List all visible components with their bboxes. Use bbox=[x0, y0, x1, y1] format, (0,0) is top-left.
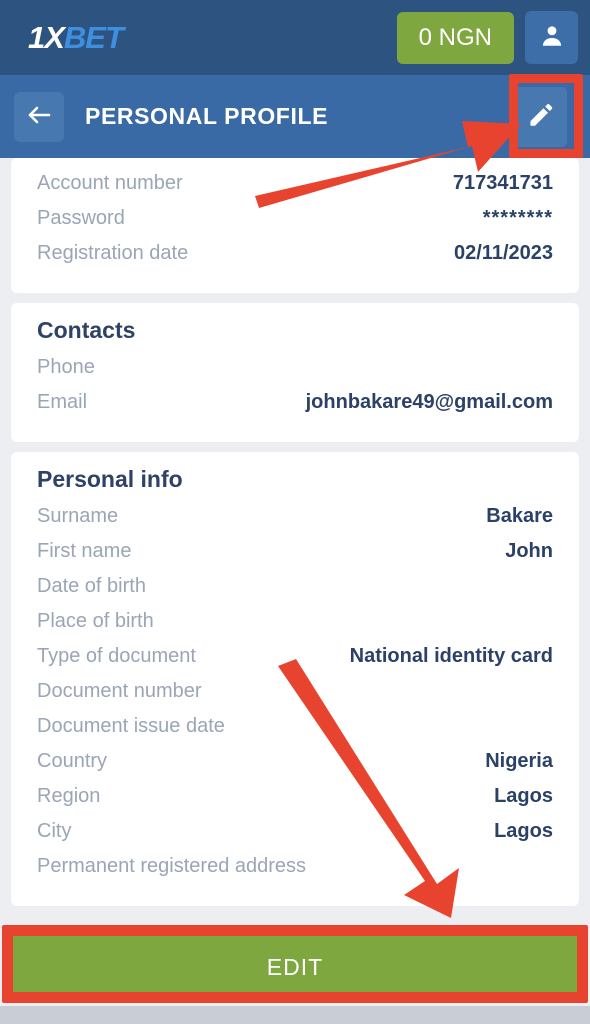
edit-button[interactable]: EDIT bbox=[11, 936, 579, 998]
row-value: 02/11/2023 bbox=[454, 242, 553, 264]
row-label: First name bbox=[37, 540, 132, 562]
row-value: Nigeria bbox=[485, 750, 553, 772]
row-phone: Phone bbox=[37, 356, 553, 391]
profile-button[interactable] bbox=[525, 11, 578, 64]
screen-personal-profile: 1X BET 0 NGN PERSONAL PROFILE Account nu… bbox=[0, 0, 590, 1024]
arrow-left-icon bbox=[26, 104, 52, 129]
row-surname: Surname Bakare bbox=[37, 505, 553, 540]
logo-text-primary: 1X bbox=[28, 19, 65, 55]
top-bar: 1X BET 0 NGN bbox=[0, 0, 590, 75]
top-bar-actions: 0 NGN bbox=[396, 11, 578, 64]
row-label: Email bbox=[37, 391, 88, 413]
row-document-number: Document number bbox=[37, 680, 553, 715]
row-first-name: First name John bbox=[37, 540, 553, 575]
row-type-of-document: Type of document National identity card bbox=[37, 645, 553, 680]
row-account-number: Account number 717341731 bbox=[37, 172, 553, 207]
logo-text-secondary: BET bbox=[63, 19, 124, 55]
page-title: PERSONAL PROFILE bbox=[85, 103, 329, 129]
row-value: Lagos bbox=[494, 820, 553, 842]
row-label: Document issue date bbox=[37, 715, 225, 737]
row-document-issue-date: Document issue date bbox=[37, 715, 553, 750]
row-region: Region Lagos bbox=[37, 785, 553, 820]
row-label: Phone bbox=[37, 356, 95, 378]
card-contacts: Contacts Phone Email johnbakare49@gmail.… bbox=[11, 303, 579, 442]
row-label: Permanent registered address bbox=[37, 855, 307, 877]
bottom-strip bbox=[0, 1006, 590, 1024]
balance-button[interactable]: 0 NGN bbox=[396, 11, 514, 64]
row-label: Country bbox=[37, 750, 108, 772]
row-email: Email johnbakare49@gmail.com bbox=[37, 391, 553, 426]
row-label: Surname bbox=[37, 505, 119, 527]
row-permanent-registered-address: Permanent registered address bbox=[37, 855, 553, 890]
page-header: PERSONAL PROFILE bbox=[0, 75, 590, 158]
row-value: 717341731 bbox=[452, 172, 553, 194]
user-icon bbox=[539, 23, 565, 52]
row-country: Country Nigeria bbox=[37, 750, 553, 785]
row-date-of-birth: Date of birth bbox=[37, 575, 553, 610]
row-value: ******** bbox=[482, 207, 553, 229]
profile-content: Account number 717341731 Password ******… bbox=[0, 158, 590, 916]
row-label: Region bbox=[37, 785, 101, 807]
back-button[interactable] bbox=[14, 91, 64, 142]
row-value: John bbox=[505, 540, 553, 562]
row-value: johnbakare49@gmail.com bbox=[305, 391, 553, 413]
row-label: Account number bbox=[37, 172, 183, 194]
row-password: Password ******** bbox=[37, 207, 553, 242]
row-value: Bakare bbox=[486, 505, 553, 527]
card-personal-info: Personal info Surname Bakare First name … bbox=[11, 452, 579, 906]
row-city: City Lagos bbox=[37, 820, 553, 855]
row-label: Place of birth bbox=[37, 610, 154, 632]
row-label: Document number bbox=[37, 680, 202, 702]
card-account: Account number 717341731 Password ******… bbox=[11, 158, 579, 293]
row-label: Registration date bbox=[37, 242, 189, 264]
edit-button-bar: EDIT bbox=[0, 928, 590, 1006]
row-value: Lagos bbox=[494, 785, 553, 807]
pencil-icon bbox=[527, 101, 555, 132]
row-value: National identity card bbox=[349, 645, 553, 667]
row-label: Date of birth bbox=[37, 575, 146, 597]
row-place-of-birth: Place of birth bbox=[37, 610, 553, 645]
app-logo[interactable]: 1X BET bbox=[28, 19, 124, 56]
row-label: Password bbox=[37, 207, 125, 229]
row-registration-date: Registration date 02/11/2023 bbox=[37, 242, 553, 277]
card-title-contacts: Contacts bbox=[37, 317, 136, 343]
card-title-personal-info: Personal info bbox=[37, 466, 183, 492]
row-label: Type of document bbox=[37, 645, 196, 667]
edit-icon-button[interactable] bbox=[515, 86, 567, 147]
row-label: City bbox=[37, 820, 72, 842]
